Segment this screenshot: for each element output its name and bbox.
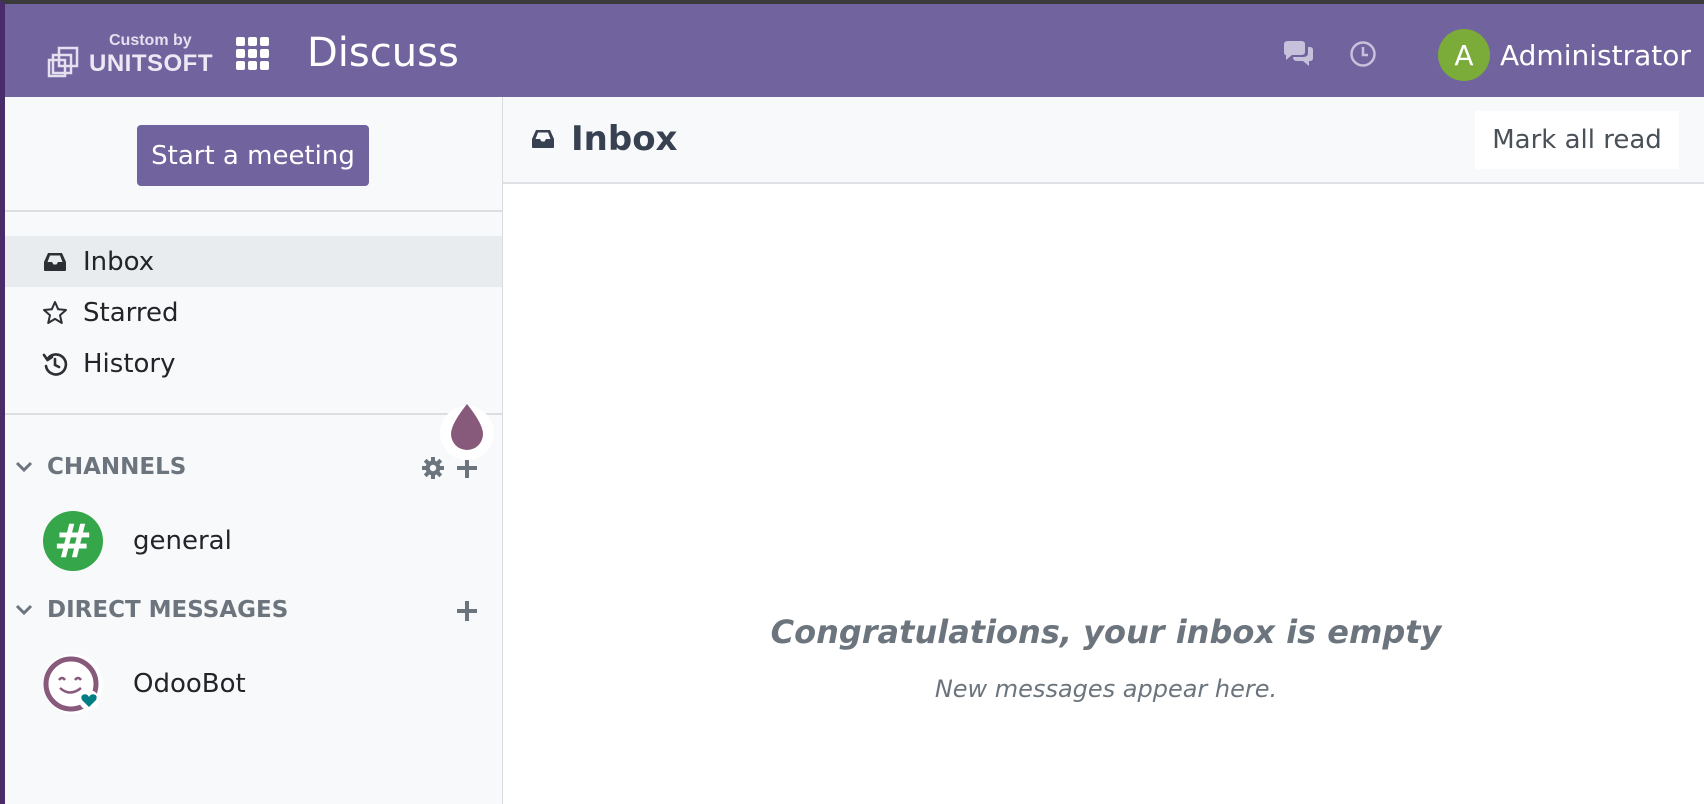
page-title: Inbox [571, 119, 678, 159]
sidebar-item-label: History [83, 348, 176, 379]
chevron-down-icon [15, 604, 35, 616]
channels-category-toggle[interactable]: CHANNELS [15, 449, 186, 485]
sidebar-item-starred[interactable]: Starred [5, 287, 502, 338]
mark-all-read-button[interactable]: Mark all read [1475, 111, 1679, 169]
app-title: Discuss [307, 30, 459, 76]
sidebar-item-label: Inbox [83, 246, 155, 277]
empty-inbox-title: Congratulations, your inbox is empty [770, 613, 1442, 651]
divider [5, 210, 502, 212]
discuss-sidebar: Start a meeting Inbox Starred History CH… [5, 97, 503, 804]
history-icon [41, 350, 69, 378]
messaging-icon[interactable] [1281, 40, 1315, 72]
activity-clock-icon[interactable] [1349, 40, 1377, 72]
add-direct-message-plus-icon[interactable] [455, 599, 479, 627]
channel-item-general[interactable]: # general [43, 510, 232, 572]
empty-inbox-subtitle: New messages appear here. [934, 675, 1278, 703]
channels-header: CHANNELS [47, 454, 187, 480]
sidebar-item-inbox[interactable]: Inbox [5, 236, 502, 287]
user-name: Administrator [1500, 38, 1691, 72]
brand-name: UNITSOFT [89, 50, 213, 77]
direct-message-name: OdooBot [133, 669, 246, 699]
divider [5, 413, 502, 415]
hash-icon: # [43, 511, 103, 571]
odoobot-avatar-icon [43, 654, 103, 714]
odoo-droplet-icon [439, 396, 495, 462]
company-logo[interactable]: Custom by UNITSOFT [47, 28, 213, 82]
sidebar-item-label: Starred [83, 297, 179, 328]
start-meeting-button[interactable]: Start a meeting [137, 125, 369, 186]
sidebar-item-history[interactable]: History [5, 338, 502, 389]
direct-messages-category-toggle[interactable]: DIRECT MESSAGES [15, 592, 288, 628]
avatar: A [1438, 29, 1490, 81]
chevron-down-icon [15, 461, 35, 473]
star-icon [41, 299, 69, 327]
brand-tagline: Custom by [109, 32, 192, 49]
thread-header: Inbox Mark all read [503, 97, 1704, 184]
discuss-window: Custom by UNITSOFT Discuss A Administrat… [0, 0, 1704, 804]
channel-name: general [133, 526, 232, 556]
apps-menu-icon[interactable] [236, 37, 272, 70]
direct-messages-header: DIRECT MESSAGES [47, 597, 289, 623]
top-navbar: Custom by UNITSOFT Discuss A Administrat… [5, 4, 1704, 97]
direct-message-item-odoobot[interactable]: OdooBot [43, 653, 246, 715]
logo-squares-icon [47, 46, 79, 78]
inbox-icon [41, 248, 69, 276]
main-content: Inbox Mark all read Congratulations, you… [503, 97, 1704, 804]
user-menu[interactable]: A Administrator [1438, 28, 1691, 82]
inbox-icon [531, 129, 555, 153]
